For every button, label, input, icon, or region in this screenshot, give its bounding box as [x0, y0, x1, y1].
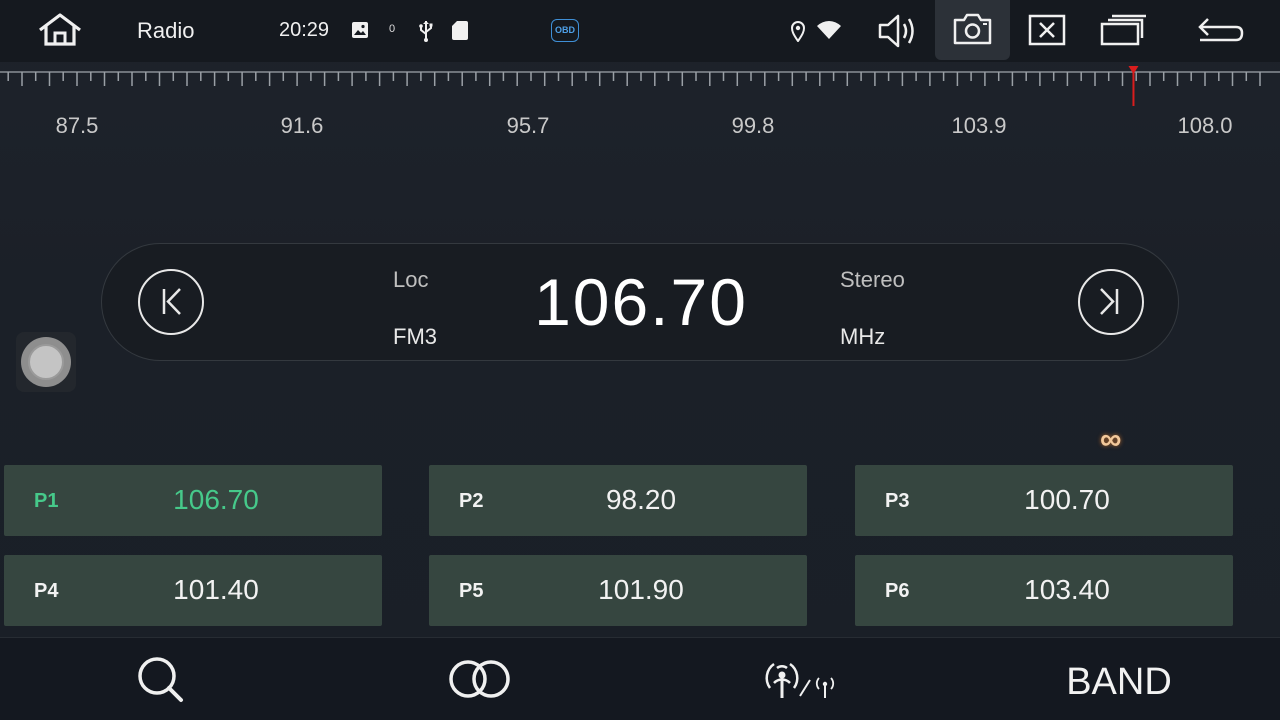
stereo-mode-icon — [449, 660, 510, 698]
close-icon — [1028, 14, 1066, 46]
stereo-label[interactable]: Stereo — [840, 267, 905, 293]
location-icon — [790, 20, 806, 43]
usb-icon — [418, 20, 434, 42]
home-icon[interactable] — [36, 12, 84, 48]
scale-label: 103.9 — [951, 113, 1007, 138]
current-frequency: 106.70 — [534, 265, 748, 339]
screenshot-icon — [953, 13, 992, 45]
band-button-label: BAND — [1066, 661, 1172, 703]
frequency-panel: Loc FM3 106.70 Stereo MHz — [101, 243, 1179, 361]
local-distance-button[interactable] — [700, 638, 900, 720]
preset-frequency: 101.90 — [598, 574, 684, 605]
preset-button[interactable]: P1 106.70 — [4, 465, 382, 536]
seek-next-icon — [1100, 288, 1119, 315]
band-button[interactable]: BAND — [1019, 638, 1219, 720]
tuning-scale[interactable]: 87.5 91.6 95.7 99.8 103.9 108.0 — [0, 64, 1280, 144]
stereo-mode-button[interactable] — [380, 638, 580, 720]
volume-icon — [878, 14, 914, 48]
status-bar: Radio 20:29 0 OBD — [0, 0, 1280, 62]
clock: 20:29 — [279, 19, 330, 41]
search-icon — [138, 657, 183, 702]
notification-count: 0 — [389, 23, 396, 35]
multiwindow-icon — [1100, 14, 1146, 46]
seek-next-button[interactable] — [1078, 269, 1144, 335]
unit-label: MHz — [840, 324, 886, 349]
preset-frequency: 101.40 — [173, 574, 259, 605]
assistive-touch-dot — [28, 344, 64, 380]
wifi-icon — [816, 19, 842, 41]
preset-button[interactable]: P3 100.70 — [855, 465, 1233, 536]
preset-frequency: 98.20 — [605, 484, 677, 515]
search-button[interactable] — [60, 638, 260, 720]
back-button[interactable] — [1192, 10, 1248, 50]
volume-button[interactable] — [874, 10, 922, 52]
obd-icon: OBD — [551, 19, 579, 42]
image-icon — [352, 22, 368, 38]
scale-label: 91.6 — [280, 113, 324, 138]
scale-label: 87.5 — [55, 113, 99, 138]
close-button[interactable] — [1024, 10, 1070, 50]
loop-indicator-icon: ∞ — [1100, 423, 1122, 456]
back-icon — [1198, 18, 1244, 42]
preset-button[interactable]: P5 101.90 — [429, 555, 807, 626]
screenshot-button[interactable] — [935, 0, 1010, 60]
assistive-touch-button[interactable] — [16, 332, 76, 392]
seek-prev-icon — [162, 288, 181, 315]
preset-button[interactable]: P6 103.40 — [855, 555, 1233, 626]
band-label: FM3 — [393, 324, 437, 349]
app-title: Radio — [137, 18, 195, 43]
scale-label: 95.7 — [506, 113, 550, 138]
loc-label[interactable]: Loc — [393, 267, 428, 293]
preset-frequency: 103.40 — [1024, 574, 1110, 605]
scale-ticks — [0, 66, 1280, 106]
sd-card-icon — [452, 21, 468, 40]
bottom-bar: BAND — [0, 637, 1280, 720]
preset-frequency: 100.70 — [1024, 484, 1110, 515]
preset-button[interactable]: P2 98.20 — [429, 465, 807, 536]
multiwindow-button[interactable] — [1096, 10, 1152, 50]
local-distance-icon — [765, 662, 835, 698]
seek-prev-button[interactable] — [138, 269, 204, 335]
scale-label: 108.0 — [1177, 113, 1233, 138]
scale-label: 99.8 — [731, 113, 775, 138]
preset-button[interactable]: P4 101.40 — [4, 555, 382, 626]
preset-frequency: 106.70 — [173, 484, 259, 515]
